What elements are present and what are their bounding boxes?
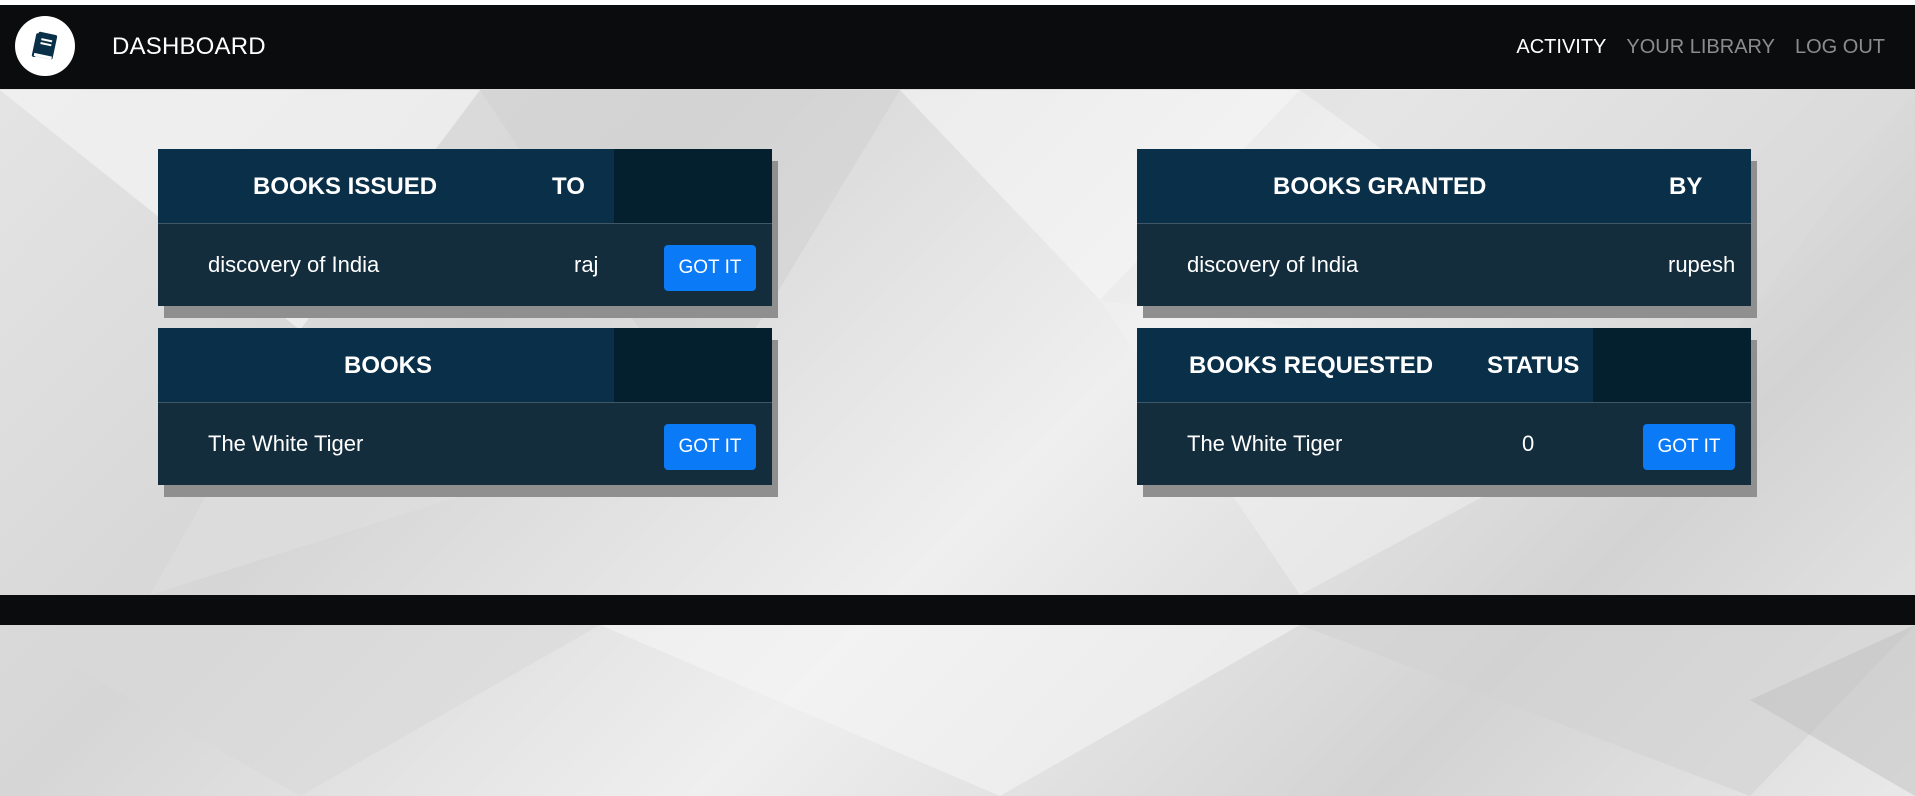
books-card: BOOKS The White Tiger GOT IT [158, 328, 772, 485]
granted-by-user: rupesh [1668, 252, 1736, 277]
header-empty-cell [614, 149, 772, 223]
book-title: discovery of India [1187, 252, 1359, 277]
issued-to-user: raj [574, 252, 599, 277]
book-title: The White Tiger [1187, 431, 1343, 456]
nav-links: ACTIVITY YOUR LIBRARY LOG OUT [1516, 36, 1885, 59]
logo[interactable] [15, 16, 75, 76]
books-granted-heading: BOOKS GRANTED [1273, 173, 1487, 200]
book-title: The White Tiger [208, 431, 364, 456]
status-heading: STATUS [1487, 352, 1580, 379]
books-requested-heading: BOOKS REQUESTED [1189, 352, 1434, 379]
nav-activity[interactable]: ACTIVITY [1516, 36, 1606, 59]
to-heading: TO [552, 173, 585, 200]
footer-bar [0, 595, 1915, 625]
table-row: discovery of India rupesh [1137, 224, 1751, 306]
by-heading: BY [1669, 173, 1703, 200]
book-icon [31, 31, 58, 60]
books-granted-header: BOOKS GRANTED BY [1137, 149, 1751, 224]
books-requested-card: BOOKS REQUESTED STATUS The White Tiger 0… [1137, 328, 1751, 485]
nav-your-library[interactable]: YOUR LIBRARY [1626, 36, 1775, 59]
table-row: The White Tiger GOT IT [158, 403, 772, 485]
table-row: discovery of India raj GOT IT [158, 224, 772, 306]
navbar: DASHBOARD ACTIVITY YOUR LIBRARY LOG OUT [0, 5, 1915, 89]
request-status: 0 [1522, 431, 1535, 456]
books-heading: BOOKS [344, 352, 433, 379]
header-empty-cell [1593, 328, 1751, 402]
books-issued-header: BOOKS ISSUED TO [158, 149, 772, 224]
header-empty-cell [614, 328, 772, 402]
got-it-button[interactable]: GOT IT [1643, 424, 1735, 470]
got-it-button[interactable]: GOT IT [664, 245, 756, 291]
got-it-button[interactable]: GOT IT [664, 424, 756, 470]
books-requested-header: BOOKS REQUESTED STATUS [1137, 328, 1751, 403]
books-granted-card: BOOKS GRANTED BY discovery of India rupe… [1137, 149, 1751, 306]
nav-log-out[interactable]: LOG OUT [1795, 36, 1885, 59]
books-issued-card: BOOKS ISSUED TO discovery of India raj G… [158, 149, 772, 306]
books-header: BOOKS [158, 328, 772, 403]
books-issued-heading: BOOKS ISSUED [253, 173, 438, 200]
book-title: discovery of India [208, 252, 380, 277]
brand-title[interactable]: DASHBOARD [112, 33, 266, 61]
table-row: The White Tiger 0 GOT IT [1137, 403, 1751, 485]
